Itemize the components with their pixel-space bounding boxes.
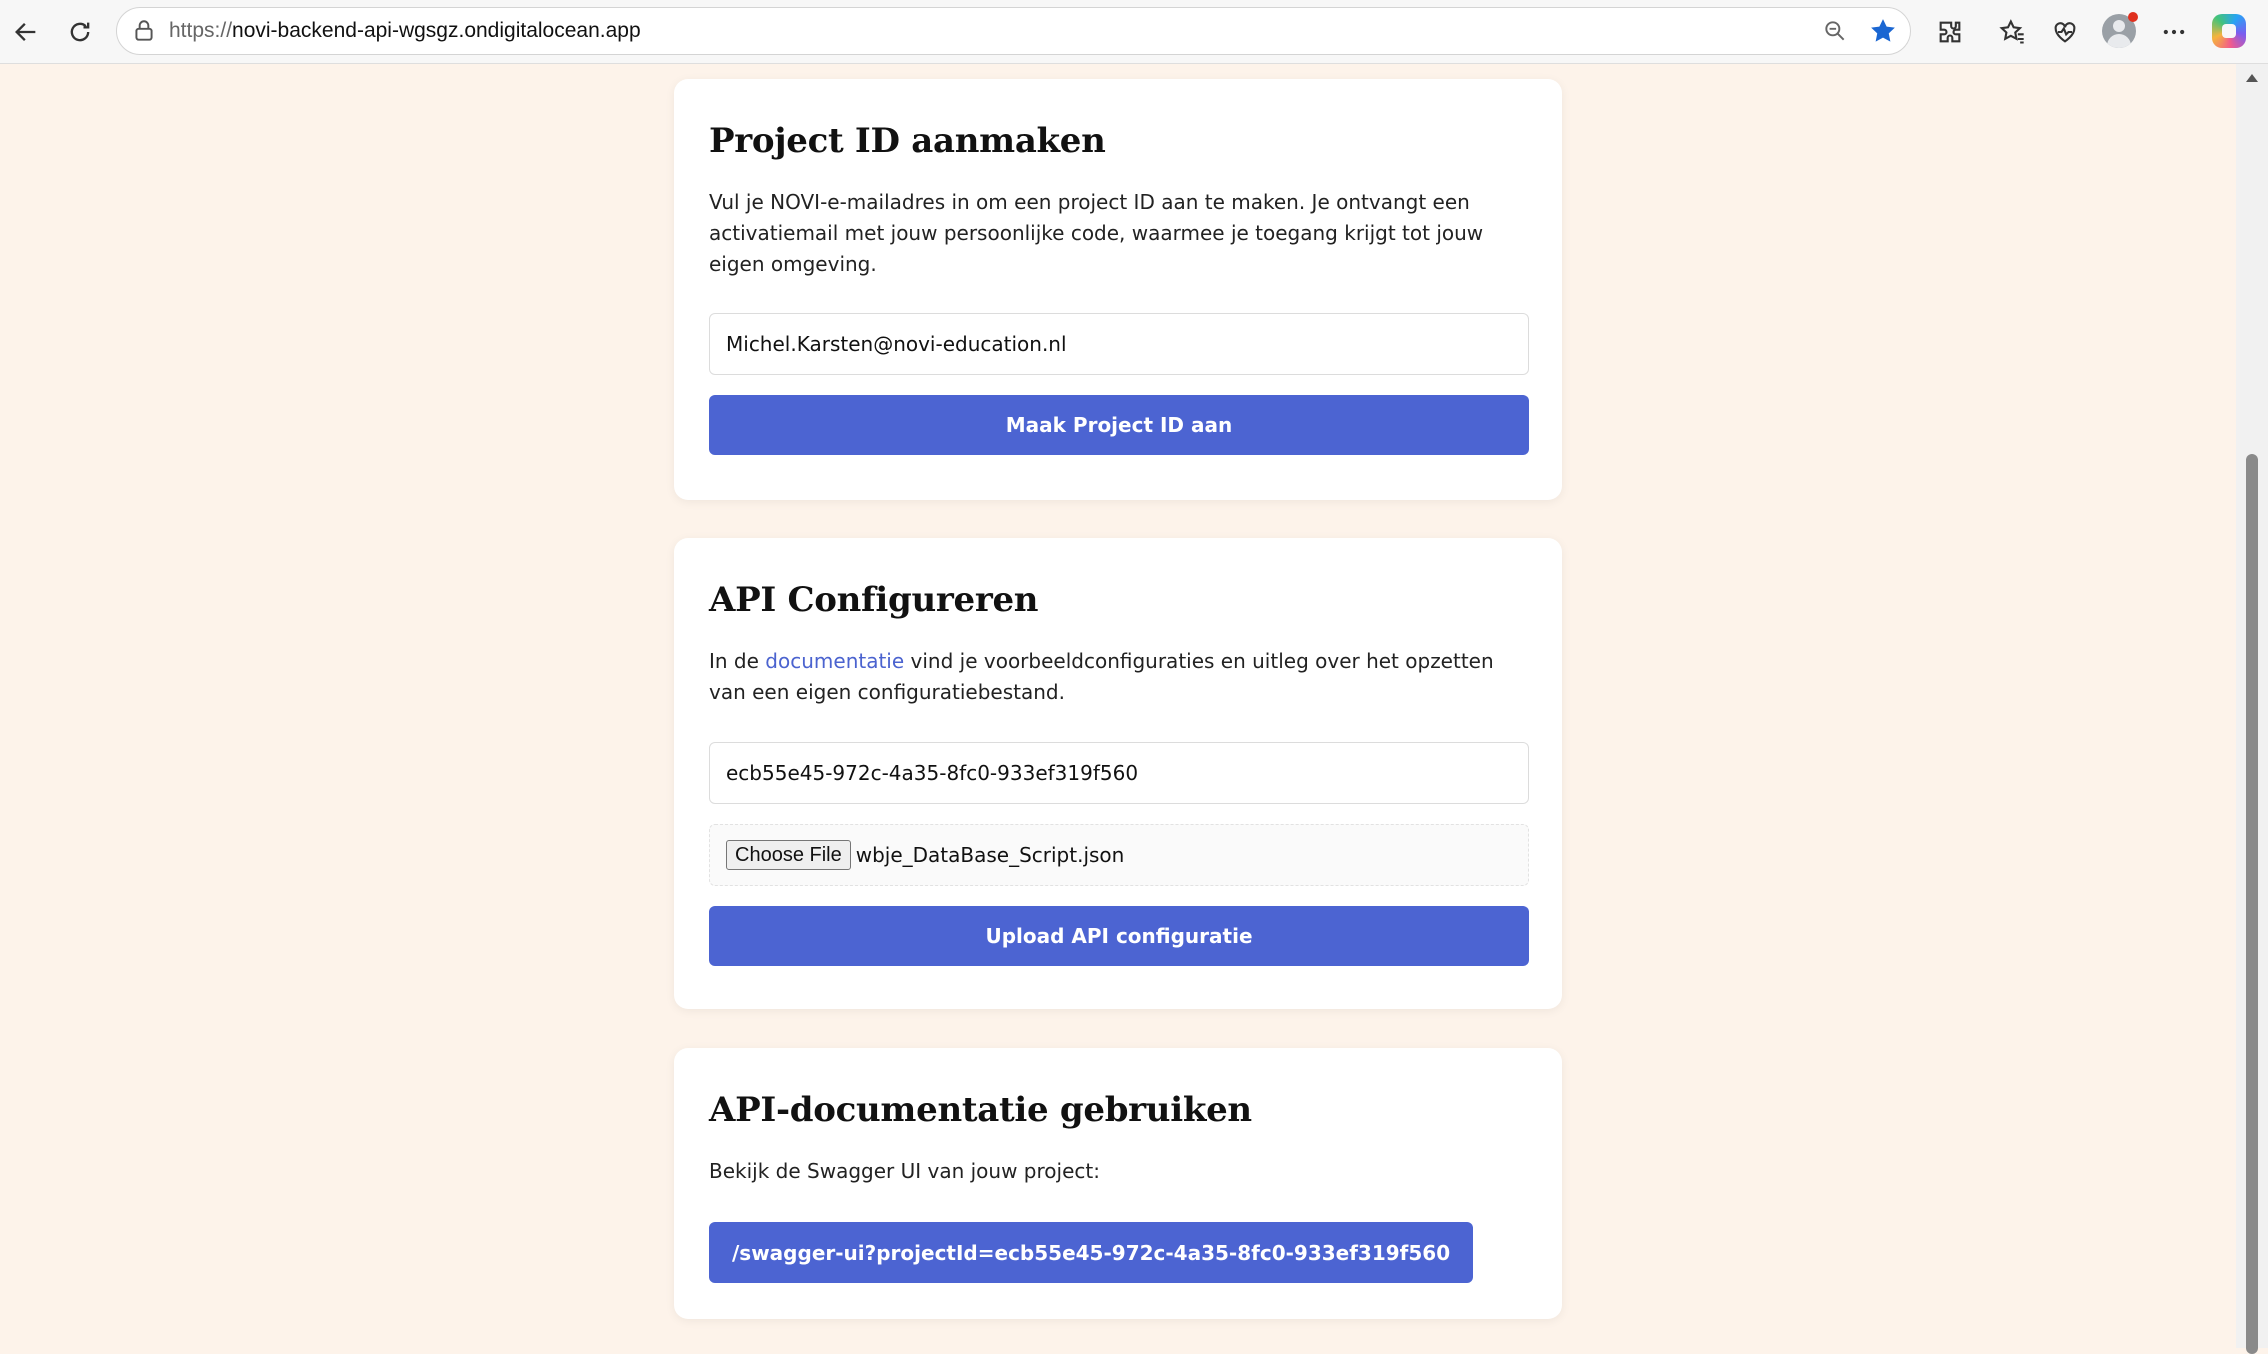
page-scrollbar[interactable] [2236,64,2268,1354]
back-icon[interactable] [4,10,48,54]
create-project-title: Project ID aanmaken [709,121,1106,161]
email-field[interactable] [709,313,1529,375]
health-icon[interactable] [2043,10,2087,54]
browser-toolbar: https://novi-backend-api-wgsgz.ondigital… [0,0,2268,64]
scrollbar-thumb[interactable] [2246,454,2258,1354]
documentation-link[interactable]: documentatie [765,649,904,673]
create-project-button[interactable]: Maak Project ID aan [709,395,1529,455]
configure-api-title: API Configureren [709,580,1039,620]
url-host: novi-backend-api-wgsgz.ondigitalocean.ap… [232,19,641,42]
site-info-icon[interactable] [131,18,157,44]
swagger-ui-link[interactable]: /swagger-ui?projectId=ecb55e45-972c-4a35… [709,1222,1474,1283]
reload-icon[interactable] [58,10,102,54]
copilot-icon[interactable] [2212,14,2246,48]
configure-api-card: API Configureren In de documentatie vind… [674,538,1562,1009]
create-project-description: Vul je NOVI-e-mailadres in om een projec… [709,190,1484,276]
notification-dot [2128,12,2138,22]
api-docs-title: API-documentatie gebruiken [709,1090,1252,1130]
configure-api-description: In de documentatie vind je voorbeeldconf… [709,646,1529,708]
api-docs-card: API-documentatie gebruiken Bekijk de Swa… [674,1048,1562,1319]
scroll-up-arrow-icon[interactable] [2246,74,2258,82]
selected-file-name: wbje_DataBase_Script.json [855,843,1125,867]
extensions-icon[interactable] [1928,10,1972,54]
url-scheme: https:// [169,19,233,42]
more-icon[interactable] [2152,10,2196,54]
favorite-star-icon[interactable] [1868,16,1898,46]
address-bar[interactable]: https://novi-backend-api-wgsgz.ondigital… [116,7,1911,55]
api-docs-description: Bekijk de Swagger UI van jouw project: [709,1159,1100,1183]
choose-file-button[interactable]: Choose File [726,840,851,870]
create-project-card: Project ID aanmaken Vul je NOVI-e-mailad… [674,79,1562,500]
description-text-start: In de [709,649,766,673]
project-id-field[interactable] [709,742,1529,804]
favorites-icon[interactable] [1990,10,2034,54]
url-text: https://novi-backend-api-wgsgz.ondigital… [169,18,641,44]
upload-config-button[interactable]: Upload API configuratie [709,906,1529,966]
zoom-icon[interactable] [1822,18,1848,44]
file-upload-field[interactable]: Choose File wbje_DataBase_Script.json [709,824,1529,886]
